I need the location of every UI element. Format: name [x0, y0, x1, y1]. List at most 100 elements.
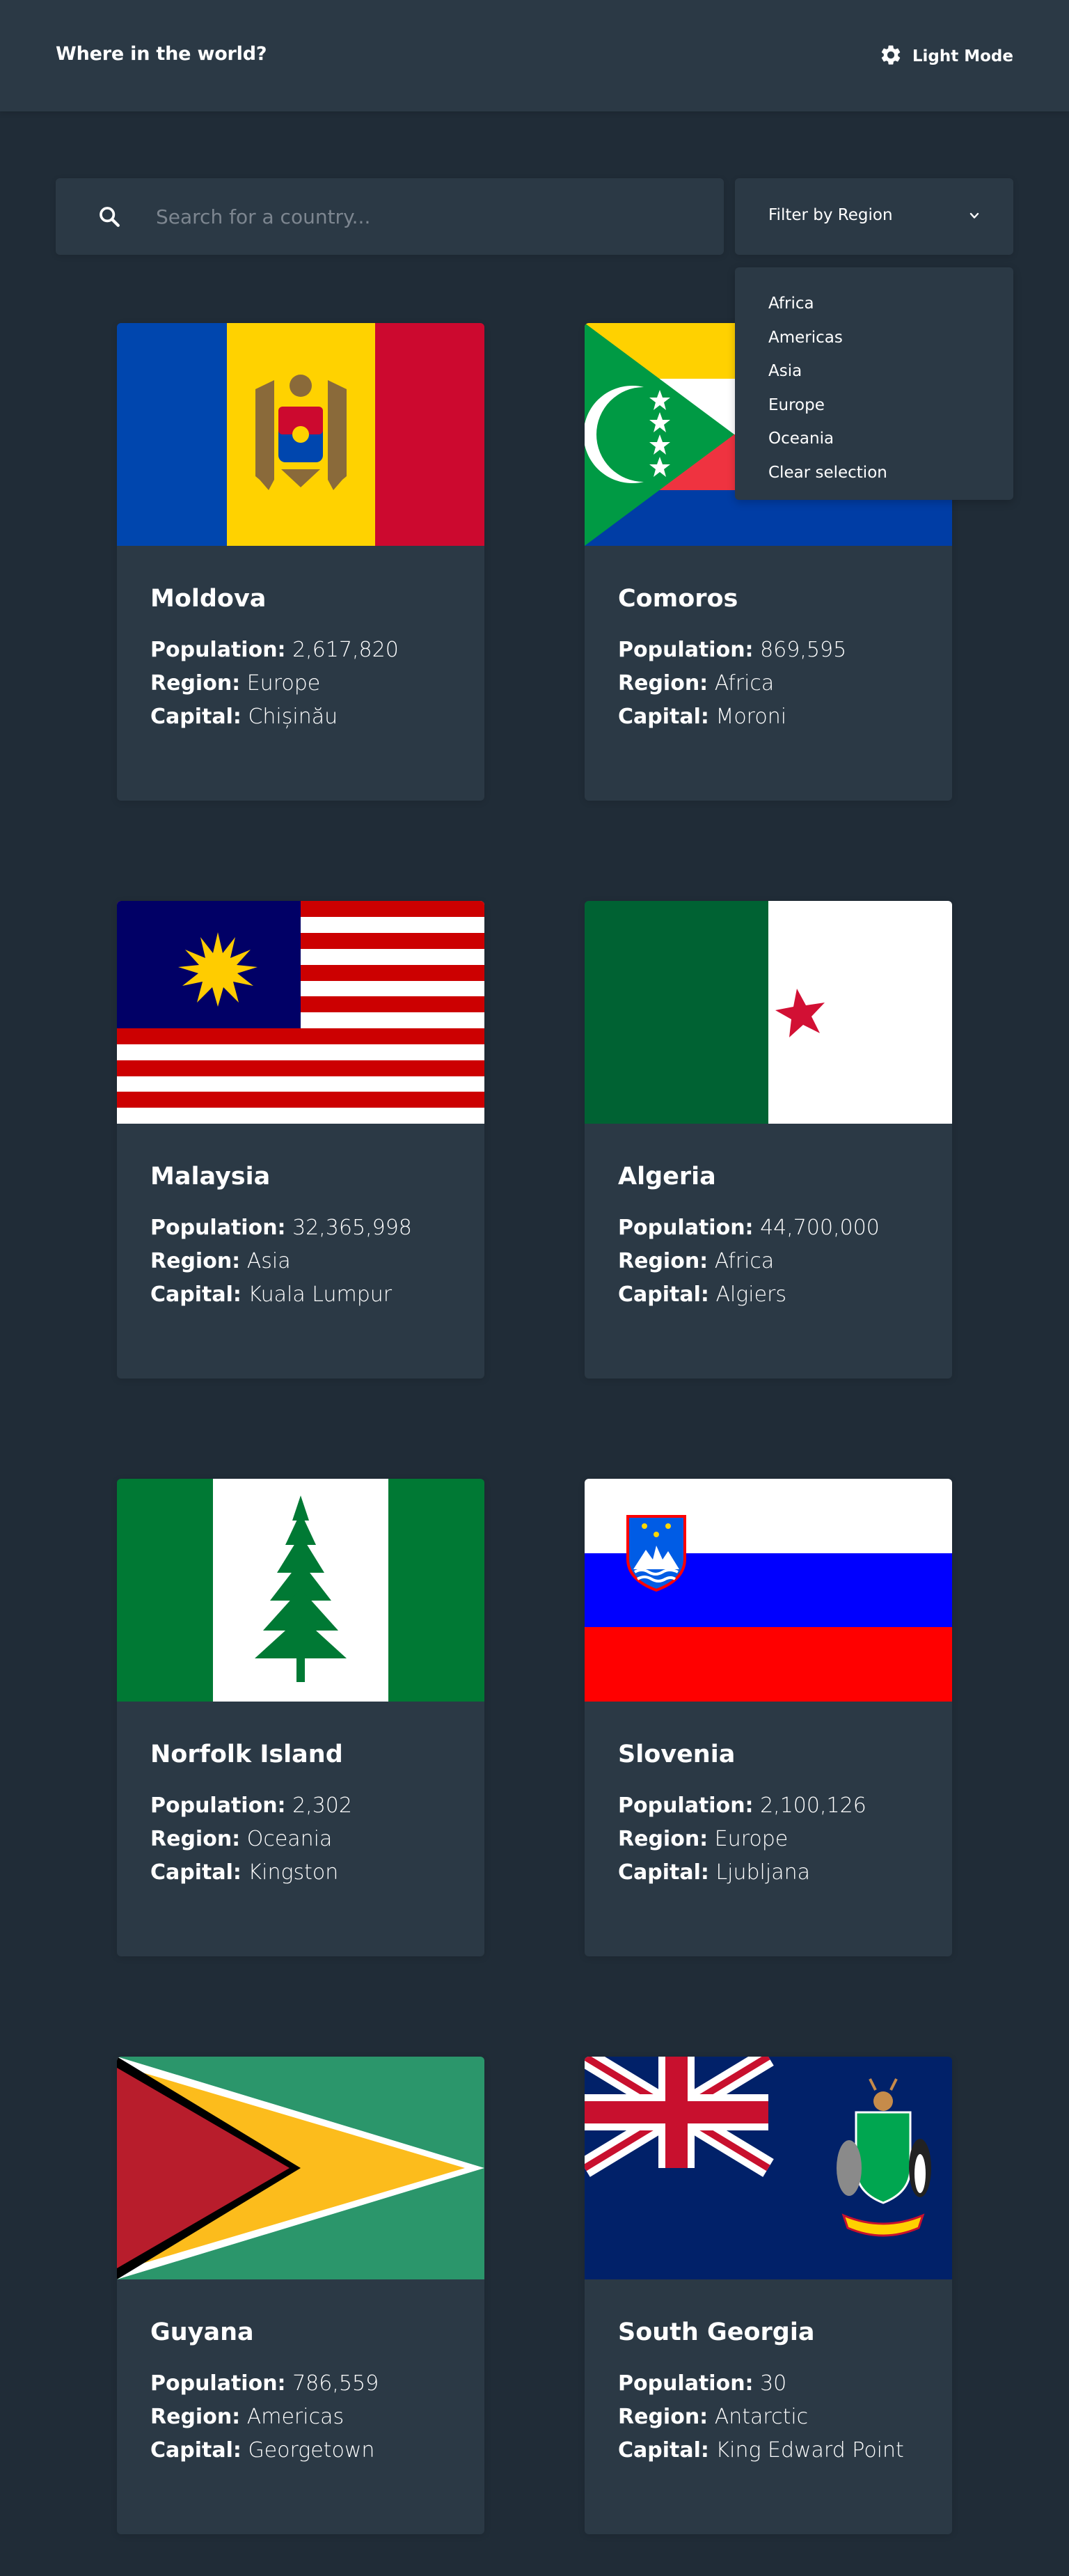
capital-stat: Capital: Moroni	[618, 700, 846, 734]
region-label: Region:	[618, 671, 708, 696]
region-value: Antarctic	[714, 2405, 809, 2429]
region-stat: Region: Americas	[150, 2401, 379, 2434]
country-card-guyana[interactable]: Guyana Population: 786,559 Region: Ameri…	[117, 2057, 484, 2534]
capital-value: King Edward Point	[715, 2438, 904, 2463]
country-card-norfolk-island[interactable]: Norfolk Island Population: 2,302 Region:…	[117, 1479, 484, 1956]
population-stat: Population: 30	[618, 2367, 904, 2401]
country-card-south-georgia[interactable]: South Georgia Population: 30 Region: Ant…	[585, 2057, 952, 2534]
region-label: Region:	[150, 671, 241, 696]
region-label: Region:	[618, 2405, 708, 2429]
population-label: Population:	[618, 638, 754, 662]
chevron-down-icon	[967, 209, 981, 223]
country-name: Moldova	[150, 585, 267, 613]
region-label: Region:	[618, 1249, 708, 1273]
region-value: Europe	[246, 671, 321, 696]
population-value: 30	[760, 2371, 787, 2396]
clear-selection-option[interactable]: Clear selection	[735, 456, 1013, 490]
app-header: Where in the world? Light Mode	[0, 0, 1069, 111]
capital-label: Capital:	[618, 2438, 709, 2463]
population-value: 2,100,126	[760, 1793, 866, 1818]
capital-label: Capital:	[618, 1282, 709, 1307]
region-option-americas[interactable]: Americas	[735, 321, 1013, 355]
population-stat: Population: 44,700,000	[618, 1211, 880, 1245]
region-option-oceania[interactable]: Oceania	[735, 422, 1013, 456]
capital-stat: Capital: Kuala Lumpur	[150, 1278, 412, 1312]
population-value: 2,617,820	[292, 638, 399, 662]
region-stat: Region: Antarctic	[618, 2401, 904, 2434]
country-card-slovenia[interactable]: Slovenia Population: 2,100,126 Region: E…	[585, 1479, 952, 1956]
population-stat: Population: 32,365,998	[150, 1211, 412, 1245]
population-label: Population:	[150, 2371, 286, 2396]
region-dropdown-menu: Africa Americas Asia Europe Oceania Clea…	[735, 267, 1013, 500]
capital-label: Capital:	[150, 1860, 241, 1885]
population-stat: Population: 869,595	[618, 634, 846, 667]
country-card-malaysia[interactable]: Malaysia Population: 32,365,998 Region: …	[117, 901, 484, 1379]
capital-value: Moroni	[715, 705, 787, 729]
flag-guyana	[117, 2057, 484, 2279]
country-name: Algeria	[618, 1163, 716, 1191]
region-label: Region:	[150, 1249, 241, 1273]
country-name: Comoros	[618, 585, 738, 613]
population-label: Population:	[150, 1793, 286, 1818]
search-icon	[97, 205, 121, 228]
theme-toggle-button[interactable]: Light Mode	[879, 43, 1013, 70]
capital-stat: Capital: Georgetown	[150, 2434, 379, 2467]
flag-norfolk-island	[117, 1479, 484, 1702]
population-value: 32,365,998	[292, 1216, 412, 1240]
search-input[interactable]	[156, 178, 699, 255]
region-label: Region:	[150, 1827, 241, 1851]
search-box	[56, 178, 724, 255]
country-name: South Georgia	[618, 2318, 815, 2346]
capital-label: Capital:	[618, 705, 709, 729]
theme-toggle-label: Light Mode	[912, 47, 1013, 65]
region-stat: Region: Europe	[150, 667, 399, 700]
region-option-europe[interactable]: Europe	[735, 388, 1013, 423]
capital-value: Ljubljana	[715, 1860, 810, 1885]
region-label: Region:	[150, 2405, 241, 2429]
flag-moldova	[117, 323, 484, 546]
population-stat: Population: 2,100,126	[618, 1789, 866, 1823]
country-name: Guyana	[150, 2318, 254, 2346]
capital-stat: Capital: Kingston	[150, 1856, 352, 1890]
capital-stat: Capital: King Edward Point	[618, 2434, 904, 2467]
capital-value: Chișinău	[248, 705, 338, 729]
country-card-algeria[interactable]: Algeria Population: 44,700,000 Region: A…	[585, 901, 952, 1379]
capital-label: Capital:	[150, 2438, 241, 2463]
region-stat: Region: Oceania	[150, 1823, 352, 1856]
flag-algeria	[585, 901, 952, 1124]
population-stat: Population: 2,302	[150, 1789, 352, 1823]
capital-value: Georgetown	[248, 2438, 375, 2463]
capital-value: Algiers	[715, 1282, 787, 1307]
region-filter-select[interactable]: Filter by Region	[735, 178, 1013, 255]
region-value: Africa	[714, 1249, 775, 1273]
region-value: Africa	[714, 671, 775, 696]
region-option-asia[interactable]: Asia	[735, 354, 1013, 388]
population-value: 869,595	[760, 638, 847, 662]
country-name: Norfolk Island	[150, 1741, 343, 1768]
population-value: 44,700,000	[760, 1216, 880, 1240]
flag-south-georgia	[585, 2057, 952, 2279]
population-label: Population:	[150, 1216, 286, 1240]
region-option-africa[interactable]: Africa	[735, 287, 1013, 321]
region-value: Asia	[246, 1249, 291, 1273]
capital-stat: Capital: Chișinău	[150, 700, 399, 734]
capital-stat: Capital: Algiers	[618, 1278, 880, 1312]
capital-label: Capital:	[618, 1860, 709, 1885]
population-value: 2,302	[292, 1793, 352, 1818]
population-label: Population:	[618, 1793, 754, 1818]
country-name: Malaysia	[150, 1163, 271, 1191]
flag-malaysia	[117, 901, 484, 1124]
population-value: 786,559	[292, 2371, 379, 2396]
capital-value: Kuala Lumpur	[248, 1282, 393, 1307]
population-label: Population:	[618, 1216, 754, 1240]
gear-icon	[879, 43, 903, 70]
app-title: Where in the world?	[56, 43, 267, 65]
capital-label: Capital:	[150, 705, 241, 729]
capital-label: Capital:	[150, 1282, 241, 1307]
region-value: Europe	[714, 1827, 789, 1851]
region-stat: Region: Europe	[618, 1823, 866, 1856]
country-card-moldova[interactable]: Moldova Population: 2,617,820 Region: Eu…	[117, 323, 484, 801]
region-value: Oceania	[246, 1827, 333, 1851]
population-stat: Population: 2,617,820	[150, 634, 399, 667]
region-label: Region:	[618, 1827, 708, 1851]
